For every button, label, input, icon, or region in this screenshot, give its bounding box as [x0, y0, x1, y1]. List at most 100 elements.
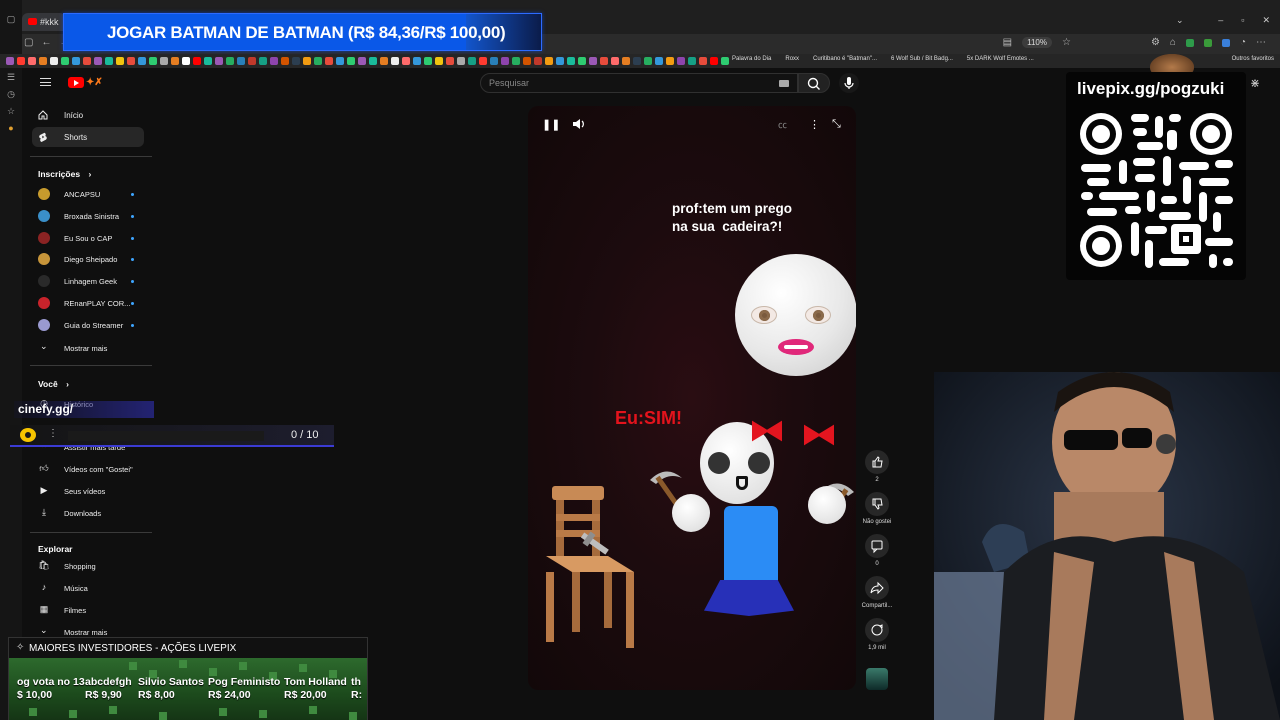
bookmark-favicon-icon[interactable]: [369, 57, 377, 65]
subscription-item[interactable]: Guia do Streamer: [38, 316, 138, 334]
dislike-button[interactable]: Não gostei: [860, 492, 894, 525]
bookmark-favicon-icon[interactable]: [160, 57, 168, 65]
clock-icon[interactable]: ◷: [0, 89, 22, 106]
bookmark-favicon-icon[interactable]: [567, 57, 575, 65]
bookmark-favicon-icon[interactable]: [50, 57, 58, 65]
bookmark-favicon-icon[interactable]: [215, 57, 223, 65]
bookmark-favicon-icon[interactable]: [699, 57, 707, 65]
fullscreen-icon[interactable]: ⤡: [832, 118, 841, 131]
bookmark-favicon-icon[interactable]: [633, 57, 641, 65]
bookmark-favicon-icon[interactable]: [149, 57, 157, 65]
bookmark-favicon-icon[interactable]: [358, 57, 366, 65]
bookmark-favicon-icon[interactable]: [710, 57, 718, 65]
tab-search-chevron-icon[interactable]: ⌄: [1176, 15, 1184, 26]
bookmark-favicon-icon[interactable]: [270, 57, 278, 65]
bookmark-favicon-icon[interactable]: [600, 57, 608, 65]
extension-blue-icon[interactable]: [1221, 38, 1230, 47]
profile-icon[interactable]: ◔: [1240, 37, 1246, 48]
bookmark-favicon-icon[interactable]: [380, 57, 388, 65]
youtube-logo[interactable]: ✦✗: [68, 76, 116, 90]
bookmark-favicon-icon[interactable]: [94, 57, 102, 65]
sidebar-item-music[interactable]: ♪ Música: [38, 579, 138, 597]
more-options-icon[interactable]: ⋮: [809, 118, 820, 131]
bookmark-favicon-icon[interactable]: [72, 57, 80, 65]
bookmark-favicon-icon[interactable]: [171, 57, 179, 65]
subscription-item[interactable]: Broxada Sinistra: [38, 207, 138, 225]
bookmark-favicon-icon[interactable]: [556, 57, 564, 65]
bookmark-favicon-icon[interactable]: [391, 57, 399, 65]
maximize-icon[interactable]: ▫: [1241, 15, 1244, 26]
sidebar-item-inicio[interactable]: Início: [32, 105, 144, 125]
share-button[interactable]: Compartil...: [860, 576, 894, 609]
subscription-item[interactable]: Eu Sou o CAP: [38, 229, 138, 247]
close-icon[interactable]: ✕: [1262, 15, 1270, 26]
bookmark-item[interactable]: Roxx: [785, 56, 799, 62]
search-input[interactable]: Pesquisar: [489, 78, 529, 88]
volume-icon[interactable]: [572, 118, 586, 130]
bookmark-favicon-icon[interactable]: [347, 57, 355, 65]
sidebar-item-your-videos[interactable]: ▶ Seus vídeos: [38, 482, 138, 500]
channel-thumbnail[interactable]: [866, 668, 888, 690]
hamburger-menu-icon[interactable]: [40, 78, 51, 86]
bookmark-favicon-icon[interactable]: [446, 57, 454, 65]
bookmark-favicon-icon[interactable]: [457, 57, 465, 65]
star-icon[interactable]: ☆: [1062, 37, 1071, 48]
you-section-title[interactable]: Você ›: [38, 379, 69, 389]
bookmark-favicon-icon[interactable]: [721, 57, 729, 65]
other-bookmarks[interactable]: Outros favoritos: [1232, 56, 1274, 62]
bookmark-favicon-icon[interactable]: [545, 57, 553, 65]
bookmark-favicon-icon[interactable]: [523, 57, 531, 65]
bookmark-favicon-icon[interactable]: [644, 57, 652, 65]
bookmark-favicon-icon[interactable]: [688, 57, 696, 65]
bookmark-favicon-icon[interactable]: [512, 57, 520, 65]
bookmark-favicon-icon[interactable]: [402, 57, 410, 65]
bookmark-item[interactable]: 6 Wolf Sub / Bit Badg...: [891, 56, 953, 62]
pause-icon[interactable]: ❚❚: [542, 118, 560, 131]
extension-green2-icon[interactable]: [1203, 38, 1212, 47]
bookmark-favicon-icon[interactable]: [435, 57, 443, 65]
bookmark-favicon-icon[interactable]: [39, 57, 47, 65]
extension-side-icon[interactable]: ●: [0, 123, 22, 140]
extensions-icon[interactable]: ⚙: [1151, 37, 1160, 48]
bookmark-favicon-icon[interactable]: [61, 57, 69, 65]
bookmark-favicon-icon[interactable]: [292, 57, 300, 65]
favorites-icon[interactable]: ☆: [0, 106, 22, 123]
subscription-item[interactable]: Diego Sheipado: [38, 250, 138, 268]
comments-button[interactable]: 0: [860, 534, 894, 567]
bookmark-item[interactable]: Palavra do Dia: [732, 56, 771, 62]
bookmark-favicon-icon[interactable]: [578, 57, 586, 65]
bookmark-favicon-icon[interactable]: [17, 57, 25, 65]
bookmark-favicon-icon[interactable]: [501, 57, 509, 65]
bookmark-favicon-icon[interactable]: [666, 57, 674, 65]
bookmark-favicon-icon[interactable]: [138, 57, 146, 65]
bookmark-favicon-icon[interactable]: [105, 57, 113, 65]
bookmark-favicon-icon[interactable]: [303, 57, 311, 65]
bookmark-favicon-icon[interactable]: [611, 57, 619, 65]
search-box[interactable]: Pesquisar: [480, 73, 798, 93]
home-browser-icon[interactable]: ⌂: [1170, 37, 1176, 48]
bookmark-favicon-icon[interactable]: [28, 57, 36, 65]
reader-icon[interactable]: ▤: [1003, 37, 1012, 48]
history-panel-icon[interactable]: ☰: [0, 72, 22, 89]
workspaces-icon[interactable]: ▢: [0, 14, 22, 31]
bookmark-favicon-icon[interactable]: [534, 57, 542, 65]
bookmark-favicon-icon[interactable]: [479, 57, 487, 65]
subscription-item[interactable]: Linhagem Geek: [38, 272, 138, 290]
bookmark-favicon-icon[interactable]: [237, 57, 245, 65]
bookmark-favicon-icon[interactable]: [468, 57, 476, 65]
bookmark-favicon-icon[interactable]: [204, 57, 212, 65]
subscription-item[interactable]: ANCAPSU: [38, 185, 138, 203]
like-button[interactable]: 2: [860, 450, 894, 483]
bookmark-favicon-icon[interactable]: [336, 57, 344, 65]
bookmark-favicon-icon[interactable]: [83, 57, 91, 65]
remix-button[interactable]: 1,9 mil: [860, 618, 894, 651]
keyboard-icon[interactable]: [779, 80, 789, 87]
browser-tab[interactable]: #kkk: [22, 13, 66, 31]
subscription-item[interactable]: REnanPLAY COR...: [38, 294, 138, 312]
bookmark-favicon-icon[interactable]: [677, 57, 685, 65]
bookmark-favicon-icon[interactable]: [127, 57, 135, 65]
bookmark-favicon-icon[interactable]: [622, 57, 630, 65]
show-more-subscriptions[interactable]: ⌄ Mostrar mais: [38, 339, 138, 357]
bookmark-item[interactable]: Curitibano é "Batman"...: [813, 56, 877, 62]
search-button[interactable]: [798, 73, 830, 93]
